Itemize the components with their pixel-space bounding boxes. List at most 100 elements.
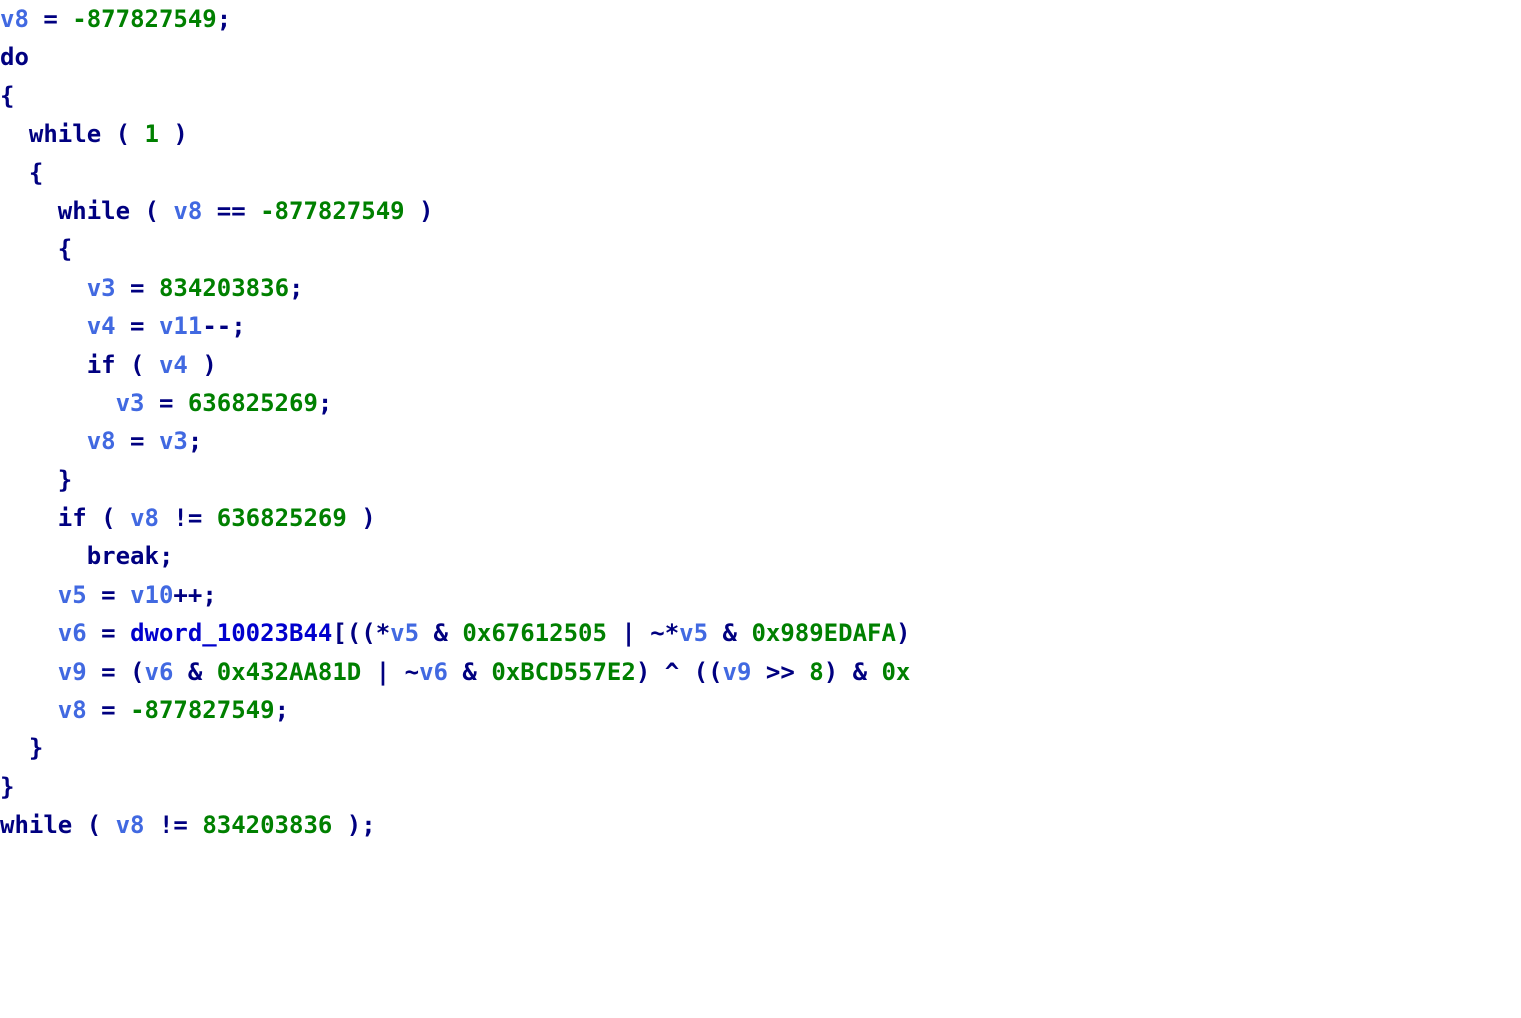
code-token-op [0,581,58,609]
code-token-op: { [0,159,43,187]
code-token-var: v9 [58,658,87,686]
code-token-op: ) [405,197,434,225]
code-token-kw: break [87,542,159,570]
code-token-num: 636825269 [188,389,318,417]
code-token-op: ); [332,811,375,839]
code-token-var: v5 [679,619,708,647]
code-token-var: v8 [0,5,29,33]
code-token-op: == [202,197,260,225]
code-token-num: 0x989EDAFA [751,619,896,647]
code-token-op: = [87,581,130,609]
code-token-var: v3 [159,427,188,455]
code-token-op: & [419,619,462,647]
code-token-op: ) [188,351,217,379]
code-token-op: = [87,696,130,724]
code-token-op: } [0,773,14,801]
code-token-op: ) ^ (( [636,658,723,686]
code-token-var: v8 [173,197,202,225]
code-token-op: != [159,504,217,532]
code-token-op: ) & [824,658,882,686]
code-token-op [0,197,58,225]
code-token-op: ; [159,542,173,570]
code-token-op: ( [101,120,144,148]
code-token-op [0,312,87,340]
code-token-var: v8 [87,427,116,455]
code-token-op [0,120,29,148]
code-token-kw: do [0,43,29,71]
code-token-op [0,696,58,724]
code-token-op: = [116,427,159,455]
code-token-kw: while [29,120,101,148]
code-token-func: dword_10023B44 [130,619,332,647]
code-token-num: 0x67612505 [462,619,607,647]
code-token-op: ; [217,5,231,33]
code-token-op: } [0,466,72,494]
decompiled-code-block: v8 = -877827549; do { while ( 1 ) { whil… [0,0,1521,845]
code-token-op [0,274,87,302]
code-token-var: v6 [58,619,87,647]
code-token-op: ) [159,120,188,148]
code-token-num: 834203836 [202,811,332,839]
code-token-op: ; [275,696,289,724]
code-token-op: | ~* [607,619,679,647]
code-token-kw: if [87,351,116,379]
code-token-var: v3 [87,274,116,302]
code-token-op: = [116,274,159,302]
code-token-op: } [0,734,43,762]
code-token-op: ; [289,274,303,302]
code-token-var: v3 [116,389,145,417]
code-token-num: 8 [809,658,823,686]
code-token-kw: if [58,504,87,532]
code-token-num: 1 [145,120,159,148]
code-token-op [0,619,58,647]
code-token-kw: while [0,811,72,839]
code-token-num: -877827549 [260,197,405,225]
code-token-op: ) [896,619,910,647]
code-token-op: & [448,658,491,686]
code-token-op: [((* [332,619,390,647]
code-token-op: ; [318,389,332,417]
code-token-var: v5 [58,581,87,609]
code-token-op: = [145,389,188,417]
code-token-op: & [173,658,216,686]
code-token-op [0,351,87,379]
code-token-num: 0x432AA81D [217,658,362,686]
code-token-kw: while [58,197,130,225]
code-token-var: v11 [159,312,202,340]
code-token-op [0,389,116,417]
code-token-op: ( [72,811,115,839]
code-token-op: = [29,5,72,33]
code-token-op: { [0,82,14,110]
code-token-num: 0x [881,658,910,686]
code-token-op [0,504,58,532]
code-token-var: v8 [116,811,145,839]
code-token-op: ( [87,504,130,532]
code-token-op: = [116,312,159,340]
code-token-op: = [87,619,130,647]
code-token-num: -877827549 [130,696,275,724]
code-token-var: v9 [723,658,752,686]
code-token-op: != [145,811,203,839]
code-token-var: v5 [390,619,419,647]
code-token-op: = ( [87,658,145,686]
code-token-op [0,427,87,455]
code-token-num: 834203836 [159,274,289,302]
code-token-op [0,542,87,570]
code-token-op: >> [751,658,809,686]
code-token-op: ) [347,504,376,532]
code-token-var: v10 [130,581,173,609]
code-token-op [0,658,58,686]
code-token-op: | ~ [361,658,419,686]
code-token-var: v4 [159,351,188,379]
code-token-var: v6 [145,658,174,686]
code-token-op: ++; [173,581,216,609]
code-token-num: 636825269 [217,504,347,532]
code-token-var: v8 [130,504,159,532]
code-token-op: --; [202,312,245,340]
code-token-op: ( [130,197,173,225]
code-token-op: & [708,619,751,647]
code-token-num: 0xBCD557E2 [491,658,636,686]
code-token-num: -877827549 [72,5,217,33]
code-token-var: v8 [58,696,87,724]
code-token-var: v4 [87,312,116,340]
